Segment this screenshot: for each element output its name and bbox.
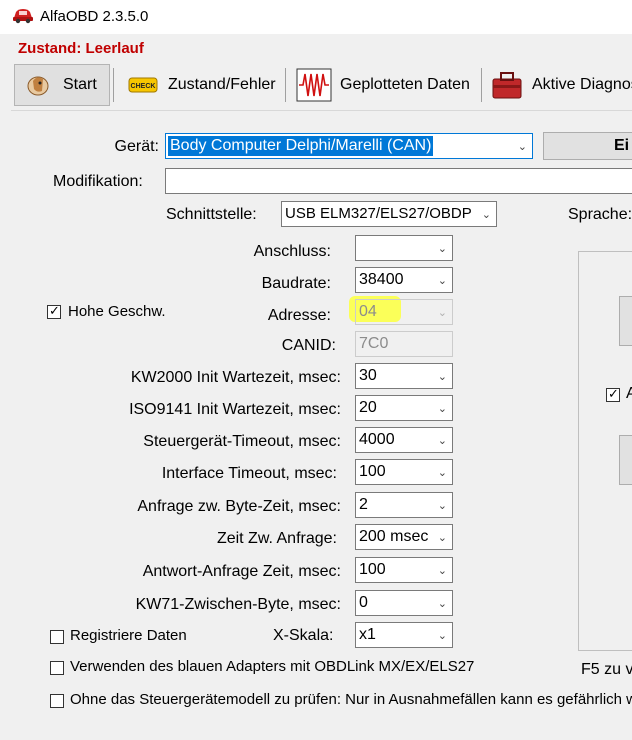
x-skala-label: X-Skala: (273, 627, 334, 644)
alfa-car-icon (13, 9, 33, 24)
toolbar-separator (481, 68, 482, 102)
registriere-daten-checkbox[interactable] (50, 630, 64, 644)
adresse-label: Adresse: (267, 307, 331, 324)
tab-start[interactable]: Start (14, 64, 110, 106)
antwort-anfrage-select[interactable]: 100 ⌄ (355, 557, 453, 583)
chevron-down-icon: ⌄ (437, 243, 447, 255)
kw71-select[interactable]: 0 ⌄ (355, 590, 453, 616)
chevron-down-icon: ⌄ (437, 435, 447, 447)
antwort-anfrage-label: Antwort-Anfrage Zeit, msec: (142, 563, 341, 580)
registriere-daten-label: Registriere Daten (70, 627, 187, 644)
tab-geplotteten-label: Geplotteten Daten (340, 76, 470, 93)
geraet-value: Body Computer Delphi/Marelli (CAN) (168, 136, 434, 156)
x-skala-select[interactable]: x1 ⌄ (355, 622, 453, 648)
blauer-adapter-label: Verwenden des blauen Adapters mit OBDLin… (70, 658, 475, 675)
chevron-down-icon: ⌄ (481, 209, 491, 221)
kw2000-select[interactable]: 30 ⌄ (355, 363, 453, 389)
right-checkbox-label: A (626, 385, 632, 402)
tab-aktive-label: Aktive Diagnos (532, 76, 632, 93)
tab-geplotteten-daten[interactable]: Geplotteten Daten (294, 64, 478, 106)
chevron-down-icon: ⌄ (437, 500, 447, 512)
iso9141-label: ISO9141 Init Wartezeit, msec: (129, 401, 341, 418)
baudrate-label: Baudrate: (261, 275, 331, 292)
chevron-down-icon: ⌄ (517, 141, 527, 153)
schnittstelle-select[interactable]: USB ELM327/ELS27/OBDP ⌄ (281, 201, 497, 227)
interface-timeout-select[interactable]: 100 ⌄ (355, 459, 453, 485)
f5-hint: F5 zu v (581, 661, 632, 678)
geraet-select[interactable]: Body Computer Delphi/Marelli (CAN) ⌄ (165, 133, 533, 159)
steuergeraet-timeout-label: Steuergerät-Timeout, msec: (143, 433, 341, 450)
ohne-modell-label: Ohne das Steuergerätemodell zu prüfen: N… (70, 691, 632, 708)
hohe-geschw-checkbox[interactable]: ✓ (47, 303, 61, 319)
right-checkbox[interactable]: ✓ (606, 386, 620, 402)
toolbar: Start CHECK Zustand/Fehler Geplotteten D… (10, 64, 632, 108)
chevron-down-icon: ⌄ (437, 403, 447, 415)
chevron-down-icon: ⌄ (437, 307, 447, 319)
zeit-zw-anfrage-label: Zeit Zw. Anfrage: (216, 530, 337, 547)
tab-start-label: Start (63, 76, 97, 93)
chevron-down-icon: ⌄ (437, 532, 447, 544)
zeit-zw-anfrage-select[interactable]: 200 msec ⌄ (355, 524, 453, 550)
iso9141-select[interactable]: 20 ⌄ (355, 395, 453, 421)
chevron-down-icon: ⌄ (437, 371, 447, 383)
right-button-bottom[interactable] (619, 435, 632, 485)
tab-zustand-label: Zustand/Fehler (168, 76, 276, 93)
right-group-box: ✓ A (578, 251, 632, 651)
status-text: Zustand: Leerlauf (18, 40, 144, 57)
check-engine-icon: CHECK (128, 77, 158, 93)
modifikation-label: Modifikation: (53, 173, 143, 190)
toolbar-separator (113, 68, 114, 102)
modifikation-field[interactable] (165, 168, 632, 194)
tab-aktive-diagnose[interactable]: Aktive Diagnos (488, 64, 632, 106)
title-bar[interactable]: AlfaOBD 2.3.5.0 (0, 0, 632, 34)
interface-timeout-label: Interface Timeout, msec: (161, 465, 337, 482)
schnittstelle-label: Schnittstelle: (166, 206, 257, 223)
chevron-down-icon: ⌄ (437, 467, 447, 479)
blauer-adapter-checkbox[interactable] (50, 661, 64, 675)
sprache-label: Sprache: (568, 206, 632, 223)
tab-zustand-fehler[interactable]: CHECK Zustand/Fehler (122, 64, 282, 106)
settings-panel: Gerät: Body Computer Delphi/Marelli (CAN… (11, 110, 632, 740)
anschluss-select[interactable]: ⌄ (355, 235, 453, 261)
kw71-label: KW71-Zwischen-Byte, msec: (135, 596, 341, 613)
steuergeraet-timeout-select[interactable]: 4000 ⌄ (355, 427, 453, 453)
right-button-top[interactable] (619, 296, 632, 346)
horse-icon (27, 76, 49, 96)
chevron-down-icon: ⌄ (437, 565, 447, 577)
checkmark-icon: ✓ (608, 386, 619, 401)
canid-field[interactable]: 7C0 (355, 331, 453, 357)
kw2000-label: KW2000 Init Wartezeit, msec: (130, 369, 341, 386)
chevron-down-icon: ⌄ (437, 598, 447, 610)
toolbox-icon (492, 72, 522, 99)
anschluss-label: Anschluss: (253, 243, 331, 260)
waveform-icon (296, 68, 332, 102)
geraet-action-button[interactable]: Ei (543, 132, 632, 160)
window-title: AlfaOBD 2.3.5.0 (40, 8, 149, 25)
adresse-select[interactable]: 04 ⌄ (355, 299, 453, 325)
anfrage-byte-zeit-select[interactable]: 2 ⌄ (355, 492, 453, 518)
geraet-label: Gerät: (114, 138, 159, 155)
checkmark-icon: ✓ (49, 303, 60, 318)
baudrate-select[interactable]: 38400 ⌄ (355, 267, 453, 293)
anfrage-byte-zeit-label: Anfrage zw. Byte-Zeit, msec: (137, 498, 341, 515)
canid-label: CANID: (281, 337, 336, 354)
toolbar-separator (285, 68, 286, 102)
ohne-modell-checkbox[interactable] (50, 694, 64, 708)
chevron-down-icon: ⌄ (437, 275, 447, 287)
chevron-down-icon: ⌄ (437, 630, 447, 642)
svg-text:CHECK: CHECK (131, 83, 156, 90)
